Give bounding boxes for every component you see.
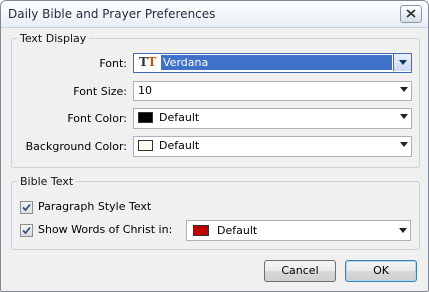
font-select[interactable]: TT Verdana bbox=[133, 53, 412, 73]
bible-text-legend: Bible Text bbox=[20, 175, 74, 188]
chevron-down-icon bbox=[399, 228, 407, 233]
font-size-select[interactable]: 10 bbox=[133, 81, 412, 101]
preferences-dialog: Daily Bible and Prayer Preferences Text … bbox=[0, 0, 429, 292]
paragraph-style-checkbox[interactable] bbox=[20, 201, 33, 214]
font-color-value: Default bbox=[159, 111, 200, 124]
background-color-swatch bbox=[138, 140, 153, 151]
font-color-select[interactable]: Default bbox=[133, 108, 412, 129]
checkmark-icon bbox=[22, 203, 31, 212]
chevron-down-icon bbox=[400, 114, 408, 119]
words-of-christ-value: Default bbox=[217, 224, 258, 237]
close-icon bbox=[406, 9, 416, 18]
background-color-value: Default bbox=[159, 139, 200, 152]
font-dropdown-button[interactable] bbox=[393, 54, 411, 71]
words-of-christ-color-select[interactable]: Default bbox=[186, 220, 411, 241]
font-size-label: Font Size: bbox=[73, 85, 127, 98]
truetype-font-icon: TT bbox=[139, 55, 157, 69]
font-select-value: Verdana bbox=[161, 55, 392, 70]
ok-button[interactable]: OK bbox=[345, 260, 417, 282]
text-display-legend: Text Display bbox=[20, 32, 87, 45]
font-color-label: Font Color: bbox=[67, 112, 127, 125]
window-title: Daily Bible and Prayer Preferences bbox=[8, 7, 216, 21]
checkmark-icon bbox=[22, 226, 31, 235]
font-label: Font: bbox=[99, 57, 127, 70]
chevron-down-icon bbox=[400, 142, 408, 147]
background-color-select[interactable]: Default bbox=[133, 136, 412, 157]
title-bar[interactable]: Daily Bible and Prayer Preferences bbox=[1, 1, 428, 28]
cancel-button[interactable]: Cancel bbox=[264, 260, 336, 282]
chevron-down-icon bbox=[400, 87, 408, 92]
close-button[interactable] bbox=[400, 5, 422, 23]
paragraph-style-label[interactable]: Paragraph Style Text bbox=[38, 200, 151, 213]
background-color-label: Background Color: bbox=[25, 140, 127, 153]
words-of-christ-label[interactable]: Show Words of Christ in: bbox=[38, 223, 172, 236]
words-of-christ-checkbox[interactable] bbox=[20, 224, 33, 237]
chevron-down-icon bbox=[399, 60, 407, 65]
font-size-value: 10 bbox=[138, 84, 152, 97]
font-color-swatch bbox=[138, 112, 153, 123]
words-of-christ-swatch bbox=[193, 225, 209, 236]
